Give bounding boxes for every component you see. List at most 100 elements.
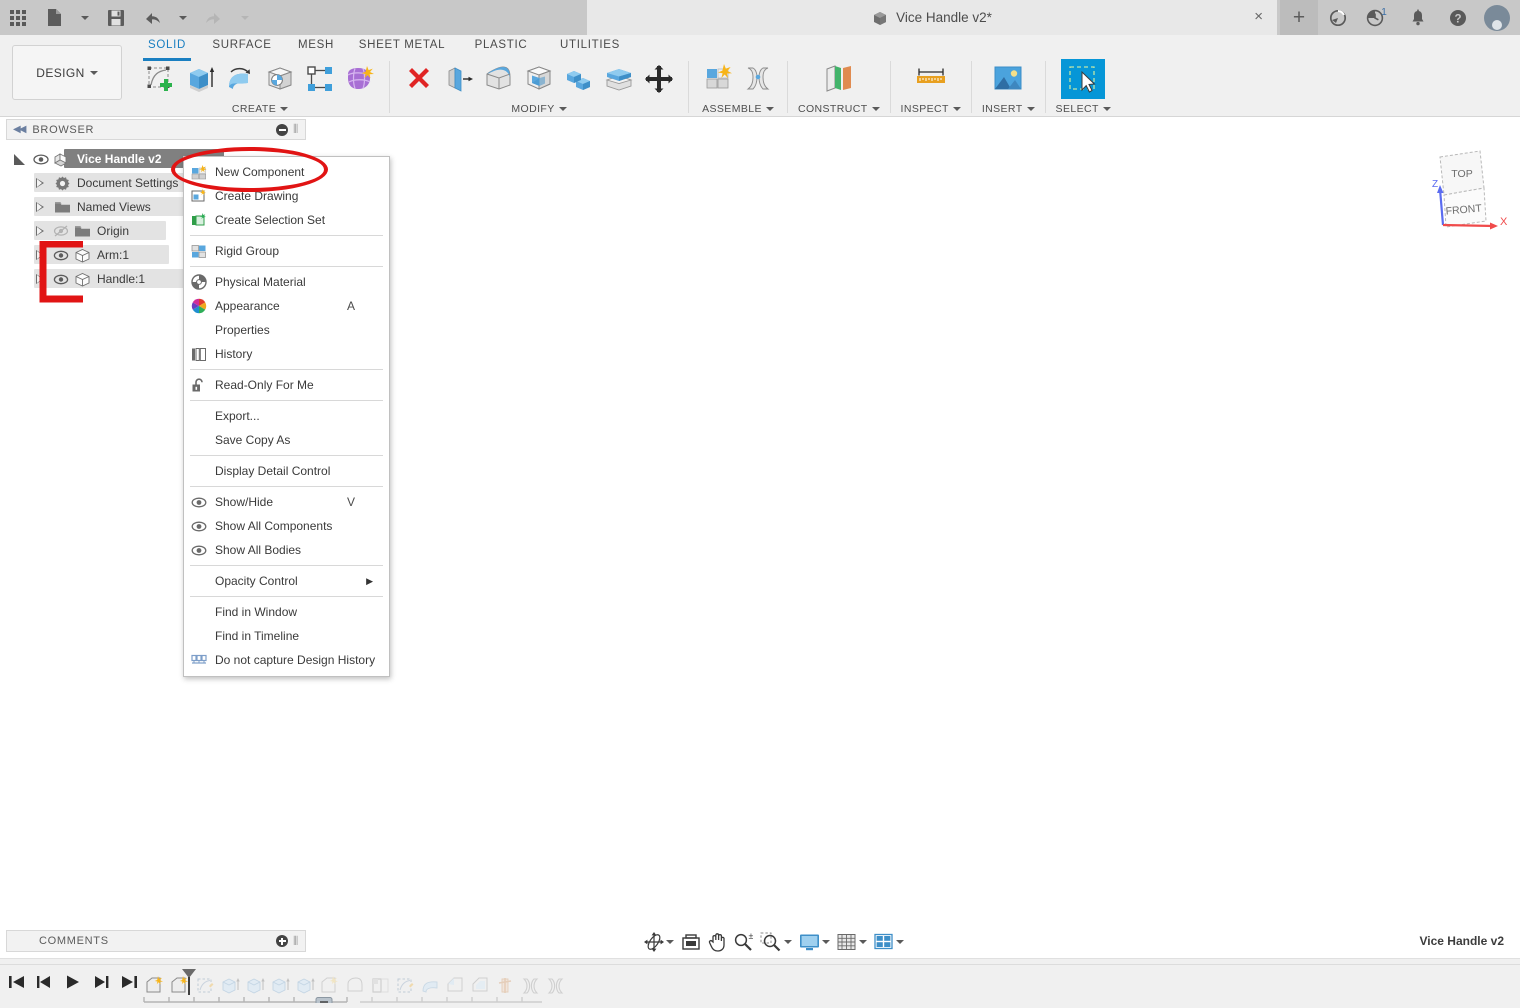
menu-item-find-in-window[interactable]: Find in Window: [184, 600, 389, 624]
joint-icon[interactable]: [739, 59, 777, 99]
panel-construct-label[interactable]: CONSTRUCT: [798, 103, 880, 115]
visibility-eye-icon[interactable]: [51, 250, 71, 261]
redo-icon[interactable]: [196, 0, 232, 35]
file-dropdown-caret[interactable]: [72, 0, 98, 35]
timeline-playhead[interactable]: [180, 967, 198, 995]
collapse-left-icon[interactable]: ◀◀: [13, 124, 24, 135]
visibility-eye-icon[interactable]: [51, 274, 71, 285]
bell-icon[interactable]: [1398, 0, 1438, 35]
tab-plastic[interactable]: PLASTIC: [457, 35, 545, 57]
panel-grip[interactable]: ⦀: [293, 122, 299, 137]
play-icon[interactable]: [64, 974, 82, 995]
tab-sheet-metal[interactable]: SHEET METAL: [347, 35, 457, 57]
move-copy-icon[interactable]: [640, 59, 678, 99]
menu-item-history[interactable]: History: [184, 342, 389, 366]
hole-icon[interactable]: [261, 59, 299, 99]
save-icon[interactable]: [98, 0, 134, 35]
insert-image-icon[interactable]: [986, 59, 1030, 99]
rectangular-pattern-icon[interactable]: [301, 59, 339, 99]
panel-create-label[interactable]: CREATE: [232, 103, 288, 115]
menu-item-do-not-capture-design-history[interactable]: Do not capture Design History: [184, 648, 389, 672]
create-form-icon[interactable]: [341, 59, 379, 99]
fillet-icon[interactable]: [480, 59, 518, 99]
timeline-track[interactable]: [142, 995, 542, 1003]
menu-item-show-all-components[interactable]: Show All Components: [184, 514, 389, 538]
undo-dropdown-caret[interactable]: [170, 0, 196, 35]
expander-expanded-icon[interactable]: [14, 154, 25, 165]
orbit-icon[interactable]: [641, 930, 677, 954]
menu-item-appearance[interactable]: Appearance A: [184, 294, 389, 318]
panel-inspect-label[interactable]: INSPECT: [901, 103, 961, 115]
menu-item-opacity-control[interactable]: Opacity Control ▶: [184, 569, 389, 593]
expander-collapsed-icon[interactable]: [36, 250, 45, 261]
help-icon[interactable]: ?: [1438, 0, 1478, 35]
workspace-selector[interactable]: DESIGN: [12, 45, 122, 100]
panel-insert-label[interactable]: INSERT: [982, 103, 1035, 115]
expander-collapsed-icon[interactable]: [36, 274, 45, 285]
file-icon[interactable]: [36, 0, 72, 35]
menu-item-properties[interactable]: Properties: [184, 318, 389, 342]
jump-to-beginning-icon[interactable]: [8, 974, 26, 995]
job-status-icon[interactable]: [1318, 0, 1358, 35]
tab-mesh[interactable]: MESH: [285, 35, 347, 57]
menu-item-physical-material[interactable]: Physical Material: [184, 270, 389, 294]
press-pull-icon[interactable]: [440, 59, 478, 99]
panel-assemble-label[interactable]: ASSEMBLE: [702, 103, 774, 115]
combine-icon[interactable]: [560, 59, 598, 99]
offset-face-icon[interactable]: [600, 59, 638, 99]
recent-activity-icon[interactable]: 1: [1358, 0, 1398, 35]
tab-solid[interactable]: SOLID: [135, 35, 199, 57]
minus-circle-icon[interactable]: [276, 124, 288, 136]
menu-item-display-detail-control[interactable]: Display Detail Control: [184, 459, 389, 483]
browser-context-menu[interactable]: New Component Create Drawing Create Sele…: [183, 156, 390, 677]
menu-item-show-hide[interactable]: Show/Hide V: [184, 490, 389, 514]
menu-item-export[interactable]: Export...: [184, 404, 389, 428]
menu-item-show-all-bodies[interactable]: Show All Bodies: [184, 538, 389, 562]
jump-to-end-icon[interactable]: [120, 974, 138, 995]
panel-modify-label[interactable]: MODIFY: [511, 103, 566, 115]
panel-grip[interactable]: ⦀: [293, 934, 299, 949]
user-avatar[interactable]: [1484, 5, 1510, 31]
expander-collapsed-icon[interactable]: [36, 178, 45, 189]
tab-utilities[interactable]: UTILITIES: [545, 35, 635, 57]
step-back-icon[interactable]: [36, 974, 54, 995]
viewports-icon[interactable]: [871, 930, 907, 954]
expander-collapsed-icon[interactable]: [36, 202, 45, 213]
zoom-icon[interactable]: ±: [730, 930, 756, 954]
menu-item-save-copy-as[interactable]: Save Copy As: [184, 428, 389, 452]
display-settings-icon[interactable]: [796, 930, 833, 954]
menu-item-read-only-for-me[interactable]: Read-Only For Me: [184, 373, 389, 397]
expander-collapsed-icon[interactable]: [36, 226, 45, 237]
tab-surface[interactable]: SURFACE: [199, 35, 285, 57]
construct-plane-icon[interactable]: [817, 59, 861, 99]
menu-item-new-component[interactable]: New Component: [184, 160, 389, 184]
app-grid-icon[interactable]: [0, 0, 36, 35]
look-at-icon[interactable]: [678, 930, 704, 954]
menu-item-create-drawing[interactable]: Create Drawing: [184, 184, 389, 208]
pan-icon[interactable]: [705, 930, 729, 954]
view-cube[interactable]: TOP FRONT Z X: [1418, 143, 1503, 223]
visibility-eye-hidden-icon[interactable]: [51, 225, 71, 237]
revolve-icon[interactable]: [221, 59, 259, 99]
shell-icon[interactable]: [520, 59, 558, 99]
step-forward-icon[interactable]: [92, 974, 110, 995]
measure-icon[interactable]: [909, 59, 953, 99]
zoom-window-icon[interactable]: [757, 930, 795, 954]
menu-item-rigid-group[interactable]: Rigid Group: [184, 239, 389, 263]
panel-select-label[interactable]: SELECT: [1056, 103, 1111, 115]
new-tab-button[interactable]: +: [1280, 0, 1318, 35]
select-tool-icon[interactable]: [1061, 59, 1105, 99]
extrude-icon[interactable]: [181, 59, 219, 99]
comments-panel[interactable]: COMMENTS ⦀: [6, 930, 306, 952]
menu-item-find-in-timeline[interactable]: Find in Timeline: [184, 624, 389, 648]
create-sketch-icon[interactable]: [141, 59, 179, 99]
close-icon[interactable]: ×: [1254, 9, 1263, 24]
delete-icon[interactable]: [400, 59, 438, 99]
redo-dropdown-caret[interactable]: [232, 0, 258, 35]
undo-icon[interactable]: [134, 0, 170, 35]
plus-circle-icon[interactable]: [276, 935, 288, 947]
grid-snap-icon[interactable]: [834, 930, 870, 954]
menu-item-create-selection-set[interactable]: Create Selection Set: [184, 208, 389, 232]
visibility-eye-icon[interactable]: [31, 154, 51, 165]
timeline-feature-mirror[interactable]: [543, 973, 568, 999]
